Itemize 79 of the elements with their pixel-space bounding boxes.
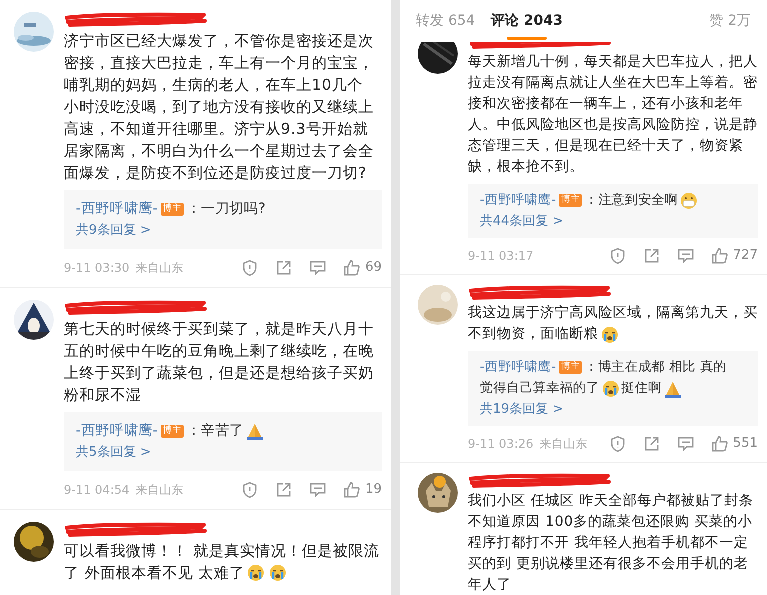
- author-badge: 博主: [161, 202, 184, 216]
- masked-face-icon: [680, 192, 698, 210]
- tab[interactable]: 赞 2万: [710, 10, 751, 32]
- comment-icon: [677, 435, 696, 453]
- comment-text: 不知道原因 100多的蔬菜包还限购 买菜的小: [468, 513, 753, 532]
- crying-face-icon: [600, 326, 618, 344]
- comment-text: 年人了: [468, 576, 512, 595]
- reply-text: ：一刀切吗?: [186, 200, 266, 218]
- author-badge: 博主: [559, 194, 582, 207]
- thumbs-up-icon: [343, 481, 362, 499]
- more-replies-link[interactable]: 共5条回复 >: [76, 442, 152, 463]
- comment-text: 哺乳期的妈妈，生病的老人，在车上10几个: [64, 74, 364, 96]
- comment-text: 拉走没有隔离点就让人坐在大巴车上等着。密: [468, 74, 758, 93]
- comment-text: 接和次密接都在一辆车上，还有小孩和老年: [468, 95, 744, 114]
- share-icon: [643, 247, 662, 265]
- comment-text: 买的到 更别说楼里还有很多不会用手机的老: [468, 555, 748, 574]
- comment-text: 五的时候中午吃的豆角晚上剩了继续吃，在晚: [64, 340, 374, 362]
- comment-text: 小时没吃没喝，到了地方没有接收的又继续上: [64, 96, 374, 118]
- report-icon: [241, 481, 260, 499]
- comment-text: 人。中低风险地区也是按高风险防控，说是静: [468, 116, 758, 135]
- tab[interactable]: 评论 2043: [491, 2, 564, 40]
- thumbs-up-icon: [711, 247, 730, 265]
- report-icon: [609, 435, 628, 453]
- comment-text: 济宁市区已经大爆发了，不管你是密接还是次: [64, 30, 374, 52]
- author-badge: 博主: [559, 361, 582, 374]
- author-link[interactable]: -西野呼啸鹰-: [480, 358, 556, 378]
- comment-text: 高速，不知道开往哪里。济宁从9.3号开始就: [64, 118, 368, 140]
- share-icon: [643, 435, 662, 453]
- comment-text: 态管理三天，但是现在已经十天了，物资紧: [468, 137, 744, 156]
- comment-text: 缺，根本抢不到。: [468, 158, 584, 177]
- comment-icon: [677, 247, 696, 265]
- report-icon: [609, 247, 628, 265]
- reply-text: ：注意到安全啊: [585, 192, 678, 210]
- share-icon: [275, 481, 294, 499]
- comment-icon: [309, 481, 328, 499]
- like-count: 727: [733, 247, 758, 266]
- comment-time: 9-11 03:30: [64, 260, 130, 277]
- comment-location: 来自山东: [136, 260, 184, 277]
- more-replies-link[interactable]: 共9条回复 >: [76, 220, 152, 241]
- comment-text: 面爆发，是防疫不到位还是防疫过度一刀切?: [64, 162, 367, 184]
- more-replies-link[interactable]: 共44条回复 >: [480, 211, 564, 232]
- crying-face-icon: [247, 564, 266, 582]
- comment-text: 不到物资，面临断粮: [468, 325, 598, 344]
- thumbs-up-icon: [343, 259, 362, 277]
- crying-face-icon: [602, 380, 620, 398]
- comment-text: 上终于买到了蔬菜包，但是还是想给孩子买奶: [64, 362, 374, 384]
- crying-face-icon: [269, 564, 288, 582]
- comment-text: 居家隔离，不明白为什么一个星期过去了会全: [64, 140, 374, 162]
- comment-location: 来自山东: [136, 482, 184, 499]
- share-icon: [275, 259, 294, 277]
- reply-text: 觉得自己算幸福的了: [480, 380, 600, 398]
- comment-location: 来自山东: [540, 436, 588, 453]
- comment-text: 了 外面根本看不见 太难了: [64, 562, 246, 584]
- author-badge: 博主: [161, 424, 184, 438]
- comment-text: 密接，直接大巴拉走，车上有一个月的宝宝，: [64, 52, 374, 74]
- comment-text: 第七天的时候终于买到菜了，就是昨天八月十: [64, 318, 374, 340]
- comment-time: 9-11 03:26: [468, 436, 534, 453]
- comment-text: 程序打都打不开 我年轻人抱着手机都不一定: [468, 534, 748, 553]
- comment-time: 9-11 03:17: [468, 248, 534, 265]
- comment-time: 9-11 04:54: [64, 482, 130, 499]
- tab[interactable]: 转发 654: [416, 2, 476, 40]
- author-link[interactable]: -西野呼啸鹰-: [76, 198, 158, 220]
- like-count: 19: [365, 481, 382, 500]
- comment-text: 可以看我微博！！ 就是真实情况！但是被限流: [64, 540, 380, 562]
- like-count: 69: [365, 259, 382, 278]
- comment-text: 我们小区 任城区 昨天全部每户都被贴了封条: [468, 492, 754, 511]
- comment-icon: [309, 259, 328, 277]
- more-replies-link[interactable]: 共19条回复 >: [480, 399, 564, 420]
- like-count: 551: [733, 435, 758, 454]
- comment-text: 粉和尿不湿: [64, 384, 142, 406]
- thumbs-up-icon: [711, 435, 730, 453]
- reply-text: ：博主在成都 相比 真的: [585, 358, 727, 377]
- reply-text: 挺住啊: [622, 380, 662, 398]
- author-link[interactable]: -西野呼啸鹰-: [480, 190, 556, 210]
- report-icon: [241, 259, 260, 277]
- author-link[interactable]: -西野呼啸鹰-: [76, 420, 158, 442]
- comment-text: 每天新增几十例，每天都是大巴车拉人，把人: [468, 53, 758, 72]
- reply-text: ：辛苦了: [186, 422, 244, 440]
- comment-text: 我这边属于济宁高风险区域，隔离第九天，买: [468, 304, 758, 323]
